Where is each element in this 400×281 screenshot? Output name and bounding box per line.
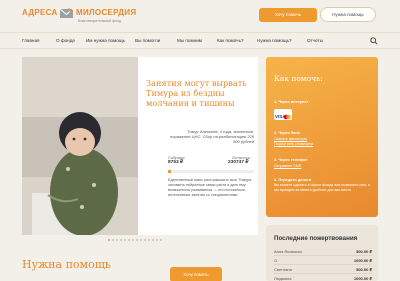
logo-subtitle: Благотворительный фонд bbox=[78, 19, 122, 23]
donation-row: Светлана 500.00 ₽ bbox=[274, 265, 372, 274]
slider-dot[interactable] bbox=[116, 239, 118, 241]
step-cash-text: Вы можете сделать в офисе фонда или позв… bbox=[274, 183, 370, 192]
donation-amount: 500.00 ₽ bbox=[356, 249, 372, 254]
donation-row: Людмила 1000.00 ₽ bbox=[274, 274, 372, 281]
donation-amount: 1000.00 ₽ bbox=[353, 258, 372, 263]
slider-dot[interactable] bbox=[152, 239, 154, 241]
envelope-icon bbox=[59, 8, 74, 18]
slider-dot[interactable] bbox=[132, 239, 134, 241]
donations-title: Последние пожертвования bbox=[274, 235, 358, 242]
nav-item-home[interactable]: Главная bbox=[22, 38, 39, 43]
slider-dot[interactable] bbox=[160, 239, 162, 241]
hero-description: Тимур Алексеев, 4 года, эпилепсия, пораж… bbox=[170, 129, 254, 144]
need-help-button[interactable]: Нужна помощь bbox=[320, 7, 376, 22]
nav-item-reports[interactable]: Отчеты bbox=[307, 38, 323, 43]
slider-dot[interactable] bbox=[128, 239, 130, 241]
remaining-value: 230747 ₽ bbox=[228, 160, 249, 165]
bank-details-link[interactable]: Посмотреть реквизиты bbox=[274, 142, 313, 147]
nav-item-you-helped[interactable]: Вы помогли bbox=[135, 38, 160, 43]
slider-dot[interactable] bbox=[148, 239, 150, 241]
slider-dot[interactable] bbox=[124, 239, 126, 241]
donor-name: О. bbox=[274, 258, 279, 263]
how-to-help-panel: Как помочь: 1. Через интернет VISA 2. Че… bbox=[266, 57, 378, 217]
progress-fill bbox=[168, 170, 172, 173]
donor-name: Светлана bbox=[274, 267, 292, 272]
slider-dot[interactable] bbox=[144, 239, 146, 241]
need-help-section-title: Нужна помощь bbox=[22, 258, 111, 271]
donation-amount: 500.00 ₽ bbox=[356, 267, 372, 272]
donor-name: Людмила bbox=[274, 276, 292, 281]
hero-text: Единственный шанс растормошить мозг Тиму… bbox=[168, 178, 253, 197]
slider-dot[interactable] bbox=[136, 239, 138, 241]
help-button[interactable]: Хочу помочь bbox=[259, 8, 317, 22]
slider-dot[interactable] bbox=[156, 239, 158, 241]
step-cash: 4. Передать деньги bbox=[274, 177, 312, 182]
recent-donations: Последние пожертвования Анна Яковская 50… bbox=[266, 225, 378, 281]
nav-item-about[interactable]: О фонде bbox=[56, 38, 75, 43]
donation-row: О. 1000.00 ₽ bbox=[274, 256, 372, 265]
step-bank: 2. Через банк bbox=[274, 130, 300, 135]
main-nav: Главная О фонде Им нужна помощь Вы помог… bbox=[0, 32, 400, 49]
slider-dot[interactable] bbox=[112, 239, 114, 241]
donor-name: Анна Яковская bbox=[274, 249, 302, 254]
how-to-help-title: Как помочь: bbox=[274, 74, 323, 83]
visa-mastercard-icon: VISA bbox=[275, 114, 291, 120]
hero-photo bbox=[22, 57, 138, 235]
send-sms-link[interactable]: Отправить SMS bbox=[274, 164, 301, 169]
nav-item-how-to-help[interactable]: Как помочь? bbox=[217, 38, 244, 43]
nav-item-need-help[interactable]: Им нужна помощь bbox=[86, 38, 125, 43]
hero-help-button[interactable]: Хочу помочь bbox=[170, 267, 222, 281]
page: АДРЕСА МИЛОСЕРДИЯ Благотворительный фонд… bbox=[0, 0, 400, 281]
donation-row: Анна Яковская 500.00 ₽ bbox=[274, 247, 372, 256]
donation-amount: 1000.00 ₽ bbox=[353, 276, 372, 281]
payment-cards-icon[interactable]: VISA bbox=[274, 109, 292, 120]
step-internet: 1. Через интернет bbox=[274, 99, 309, 104]
slider-dots[interactable] bbox=[108, 239, 168, 243]
progress-bar bbox=[168, 170, 254, 173]
logo-word-2: МИЛОСЕРДИЯ bbox=[76, 8, 137, 17]
header: АДРЕСА МИЛОСЕРДИЯ Благотворительный фонд… bbox=[0, 0, 400, 32]
hero-card: Занятия могут вырвать Тимура из бездны м… bbox=[22, 57, 258, 281]
step-phone: 3. Через телефон bbox=[274, 157, 308, 162]
collected-value: 8753 ₽ bbox=[168, 160, 184, 165]
nav-item-need-help-q[interactable]: Нужна помощь? bbox=[257, 38, 292, 43]
slider-dot[interactable] bbox=[108, 239, 110, 241]
hero-title: Занятия могут вырвать Тимура из бездны м… bbox=[146, 78, 247, 108]
search-icon[interactable] bbox=[370, 37, 378, 45]
slider-dot[interactable] bbox=[120, 239, 122, 241]
logo-word-1: АДРЕСА bbox=[22, 8, 58, 17]
logo[interactable]: АДРЕСА МИЛОСЕРДИЯ Благотворительный фонд bbox=[22, 6, 152, 28]
nav-item-we-remember[interactable]: Мы помним bbox=[177, 38, 202, 43]
slider-dot[interactable] bbox=[140, 239, 142, 241]
